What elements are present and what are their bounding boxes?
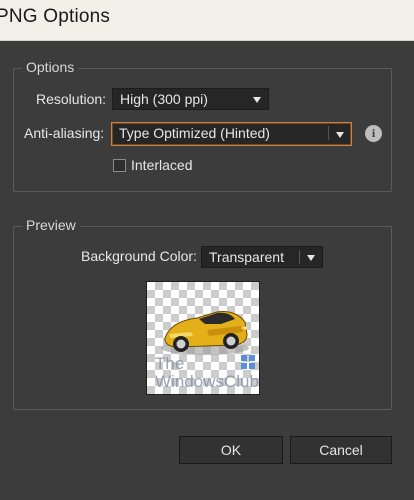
resolution-value: High (300 ppi) [120, 91, 208, 107]
chevron-down-icon [253, 97, 261, 103]
preview-image: The WindowsClub [146, 281, 260, 395]
chevron-down-icon [307, 255, 315, 261]
png-options-dialog: Options Resolution: High (300 ppi) Anti-… [0, 41, 414, 500]
chevron-down-icon [336, 132, 344, 138]
interlaced-checkbox[interactable] [113, 159, 126, 172]
antialias-value: Type Optimized (Hinted) [119, 125, 270, 141]
info-icon[interactable]: i [365, 125, 382, 142]
options-group-label: Options [22, 59, 79, 75]
window-title: PNG Options [0, 6, 111, 27]
title-bar: PNG Options [0, 0, 414, 41]
watermark-line-2: WindowsClub [155, 372, 259, 391]
watermark-line-1: The [155, 354, 185, 373]
dropdown-divider [299, 250, 300, 264]
antialias-label: Anti-aliasing: [24, 125, 105, 141]
resolution-dropdown[interactable]: High (300 ppi) [112, 88, 269, 110]
antialias-dropdown[interactable]: Type Optimized (Hinted) [111, 122, 352, 146]
ok-button[interactable]: OK [179, 436, 283, 464]
background-color-label: Background Color: [81, 248, 197, 264]
windows-logo-icon [241, 355, 255, 369]
background-color-value: Transparent [209, 249, 284, 265]
background-color-dropdown[interactable]: Transparent [201, 246, 323, 268]
resolution-label: Resolution: [36, 91, 107, 107]
interlaced-label[interactable]: Interlaced [131, 157, 192, 173]
preview-group-label: Preview [22, 217, 80, 233]
dropdown-divider [328, 126, 329, 140]
cancel-button[interactable]: Cancel [290, 436, 392, 464]
